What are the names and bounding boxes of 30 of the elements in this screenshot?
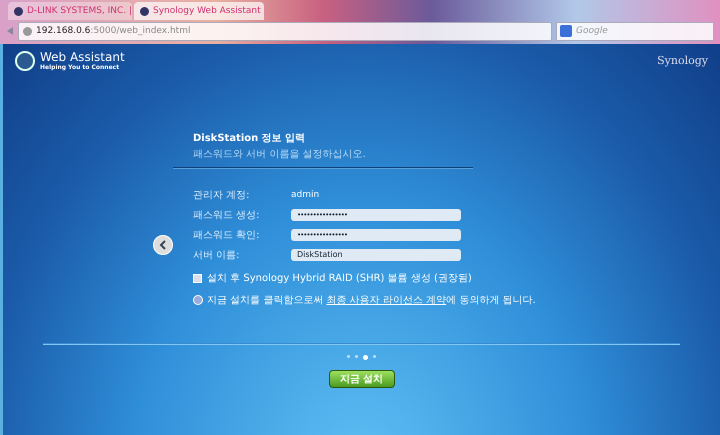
field-label: 관리자 계정: [193, 189, 251, 202]
page-icon [140, 6, 149, 16]
chevron-left-icon [159, 240, 167, 250]
search-field[interactable]: Google [556, 22, 714, 40]
field-value: admin [291, 190, 320, 200]
input-field[interactable]: DiskStation [291, 249, 461, 261]
field-label: 패스워드 확인: [193, 229, 261, 242]
back-button[interactable] [153, 235, 173, 255]
checkbox[interactable] [193, 274, 202, 282]
field-label: 패스워드 생성: [193, 209, 261, 222]
notice-text: 지금 설치를 클릭함으로써 최종 사용자 라이선스 계약에 동의하게 됩니다. [207, 294, 536, 307]
page-dot[interactable] [373, 355, 376, 358]
license-link[interactable]: 최종 사용자 라이선스 계약 [326, 295, 446, 306]
search-engine-icon [560, 25, 572, 37]
app-title: Web Assistant [40, 50, 125, 64]
install-button[interactable]: 지금 설치 [328, 370, 394, 388]
form-title: DiskStation 정보 입력 [193, 132, 306, 145]
page-dot[interactable] [347, 355, 350, 358]
browser-tab[interactable]: D-LINK SYSTEMS, INC. | [8, 2, 132, 20]
page-dot[interactable] [363, 355, 368, 360]
field-label: 서버 이름: [193, 249, 241, 262]
back-arrow-icon[interactable] [6, 27, 14, 35]
page-dot[interactable] [355, 355, 358, 358]
brand-name: Synology [657, 54, 708, 67]
browser-tab[interactable]: Synology Web Assistant [134, 2, 264, 20]
info-icon [193, 295, 203, 305]
form-subtitle: 패스워드와 서버 이름을 설정하십시오. [193, 148, 367, 161]
address-field[interactable]: 192.168.0.6:5000/web_index.html [18, 22, 552, 40]
page-icon [14, 6, 23, 16]
checkbox-label: 설치 후 Synology Hybrid RAID (SHR) 볼륨 생성 (권장됨) [207, 272, 472, 285]
